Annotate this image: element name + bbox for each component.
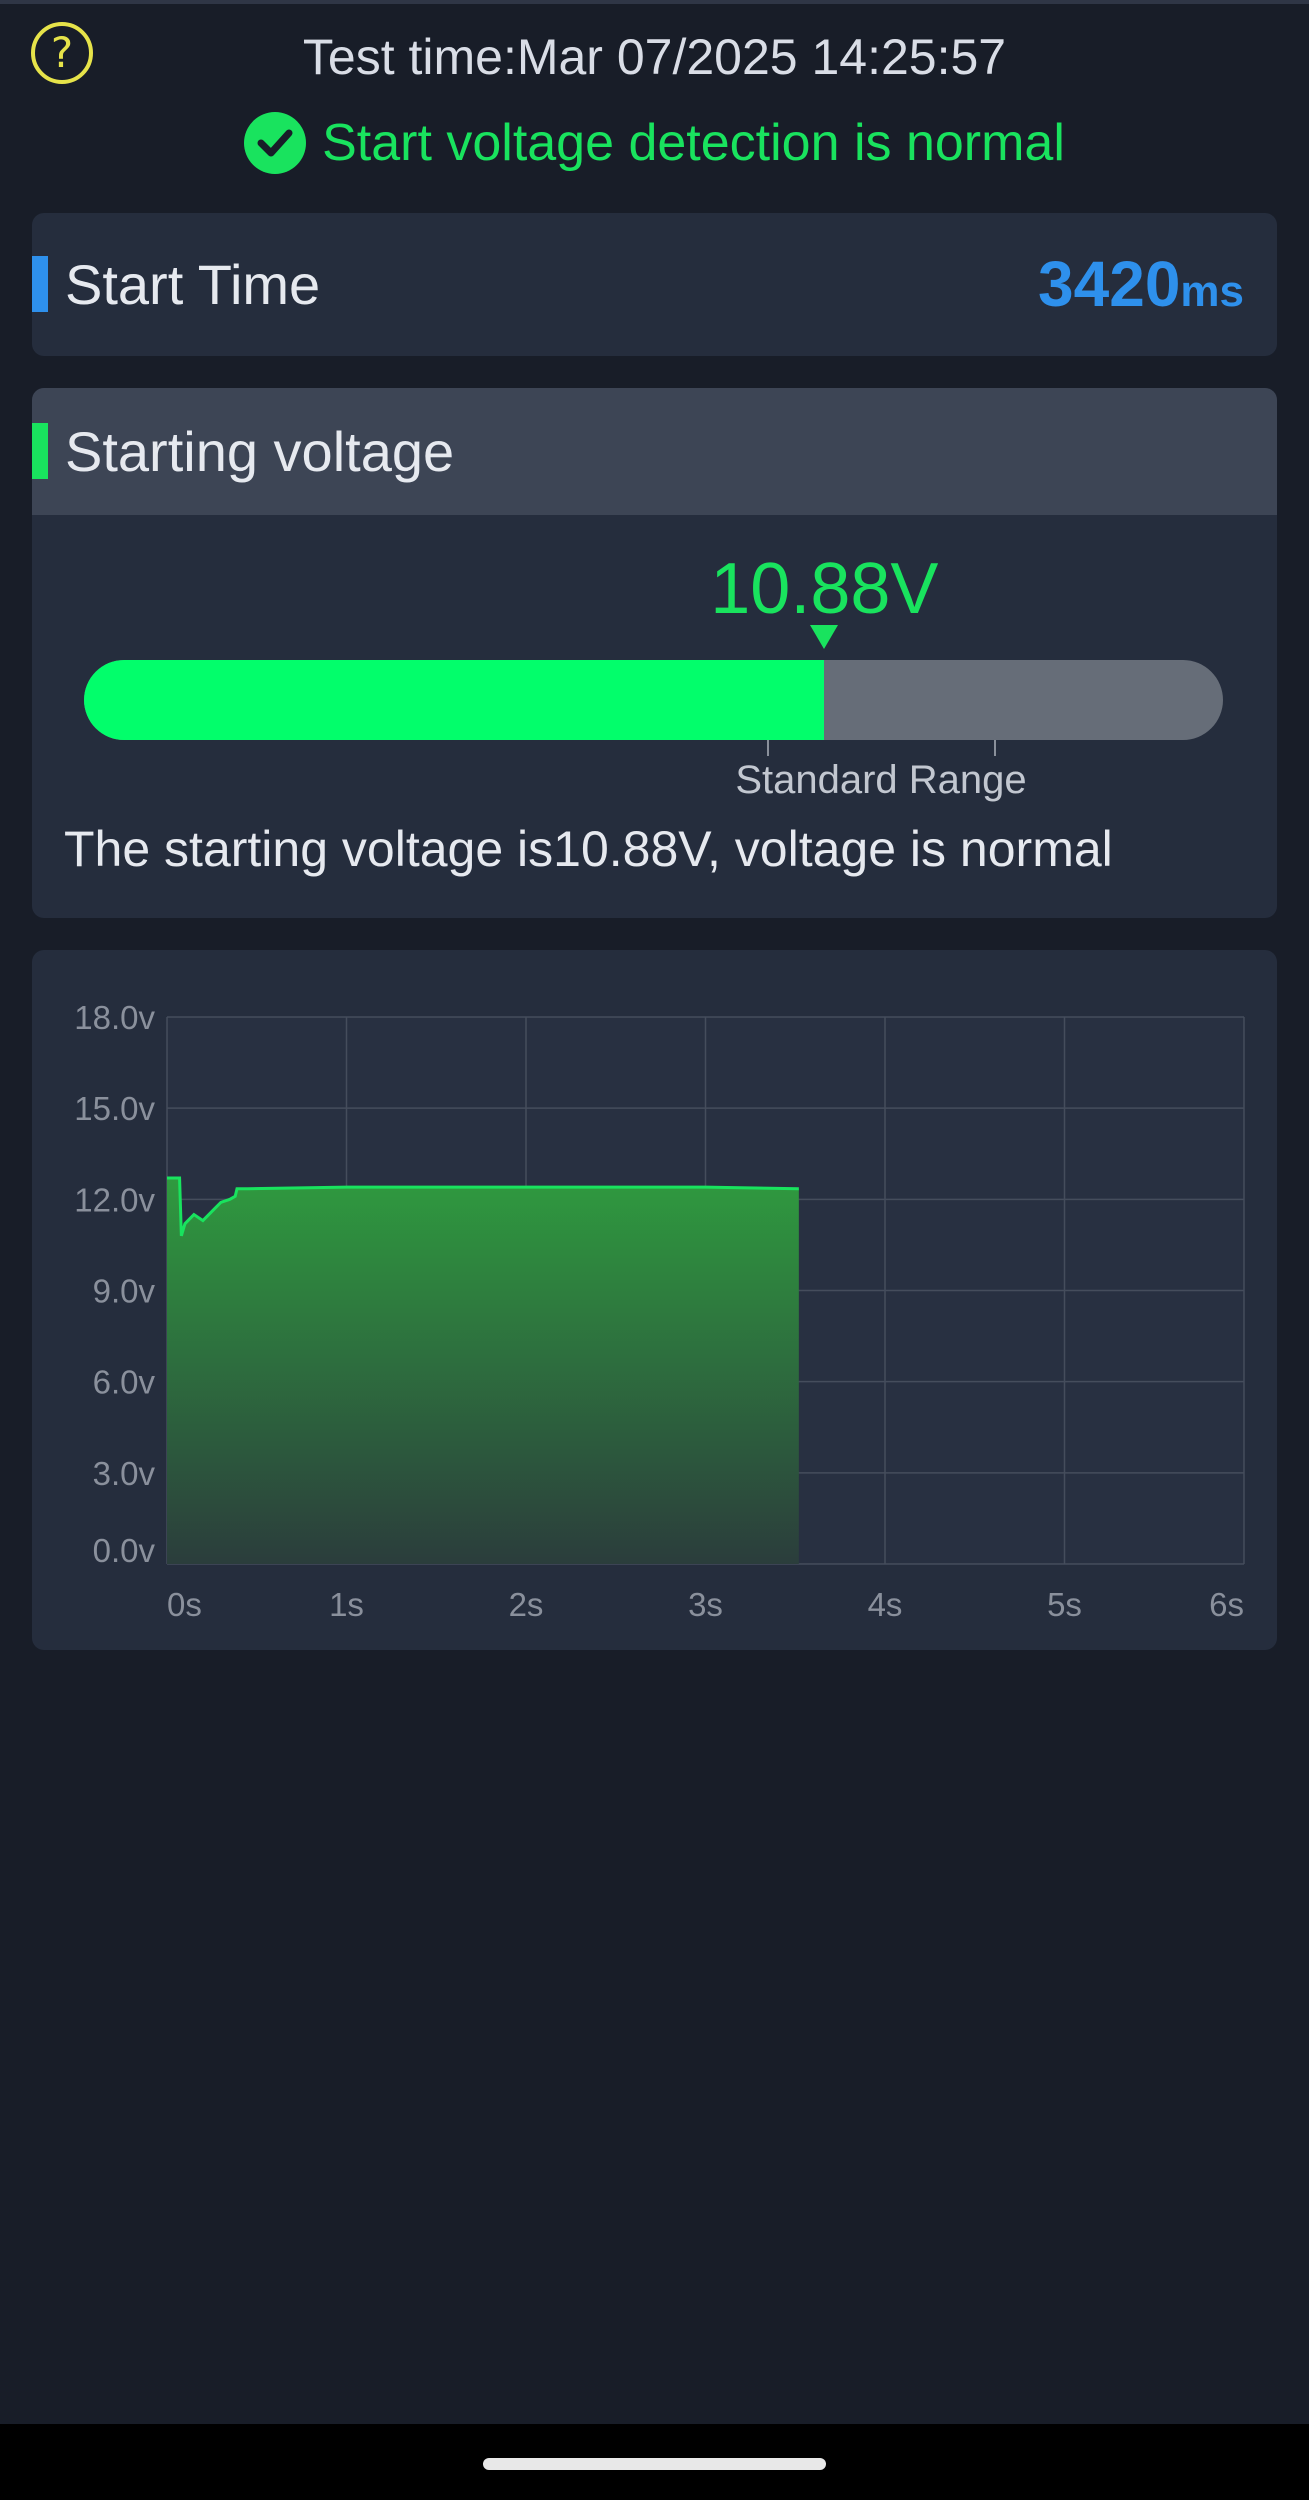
x-tick-label: 4s (868, 1586, 903, 1623)
standard-range-label: Standard Range (735, 758, 1027, 802)
voltage-level-fill (84, 660, 825, 740)
start-time-label: Start Time (65, 253, 321, 316)
starting-voltage-accent (32, 423, 48, 479)
navigation-bar (0, 2424, 1309, 2500)
detection-status: Start voltage detection is normal (0, 112, 1309, 174)
voltage-chart: 0.0v 3.0v 6.0v 9.0v 12.0v 15.0v 18.0v 0s 1s 2s 3s 4… (74, 999, 1245, 1623)
start-time-value: 3420ms (1038, 213, 1244, 373)
y-tick-label: 6.0v (93, 1364, 156, 1401)
start-time-unit: ms (1180, 267, 1244, 316)
y-tick-label: 0.0v (93, 1532, 156, 1569)
starting-voltage-header: Starting voltage (32, 388, 1277, 515)
x-tick-label: 1s (329, 1586, 364, 1623)
voltage-description: The starting voltage is10.88V, voltage i… (64, 821, 1113, 877)
voltage-level-bar (84, 660, 1223, 740)
start-time-accent (32, 256, 48, 312)
range-tick-low (767, 740, 769, 756)
status-bar-edge (0, 0, 1309, 4)
y-tick-label: 12.0v (74, 1181, 155, 1218)
x-tick-label: 3s (688, 1586, 723, 1623)
voltage-reading: 10.88V (710, 549, 939, 629)
y-tick-label: 3.0v (93, 1455, 156, 1492)
start-time-card: Start Time 3420ms (32, 213, 1277, 356)
voltage-marker-icon (810, 625, 839, 649)
detection-status-text: Start voltage detection is normal (322, 114, 1065, 172)
series-area (167, 1178, 799, 1564)
starting-voltage-label: Starting voltage (65, 420, 455, 483)
range-tick-high (994, 740, 996, 756)
starting-voltage-card: Starting voltage 10.88V Standard Range T… (32, 388, 1277, 918)
start-time-number: 3420 (1038, 248, 1181, 320)
check-circle-icon (244, 112, 307, 174)
x-tick-label: 2s (509, 1586, 544, 1623)
y-tick-label: 18.0v (74, 999, 155, 1036)
test-time: Test time:Mar 07/2025 14:25:57 (302, 29, 1007, 85)
x-tick-label: 5s (1047, 1586, 1082, 1623)
y-tick-label: 15.0v (74, 1090, 155, 1127)
x-tick-label: 6s (1209, 1586, 1244, 1623)
voltage-chart-card: 0.0v 3.0v 6.0v 9.0v 12.0v 15.0v 18.0v 0s 1s 2s 3s 4… (32, 950, 1277, 1650)
home-indicator[interactable] (483, 2458, 826, 2470)
y-tick-label: 9.0v (93, 1273, 156, 1310)
x-tick-label: 0s (167, 1586, 202, 1623)
